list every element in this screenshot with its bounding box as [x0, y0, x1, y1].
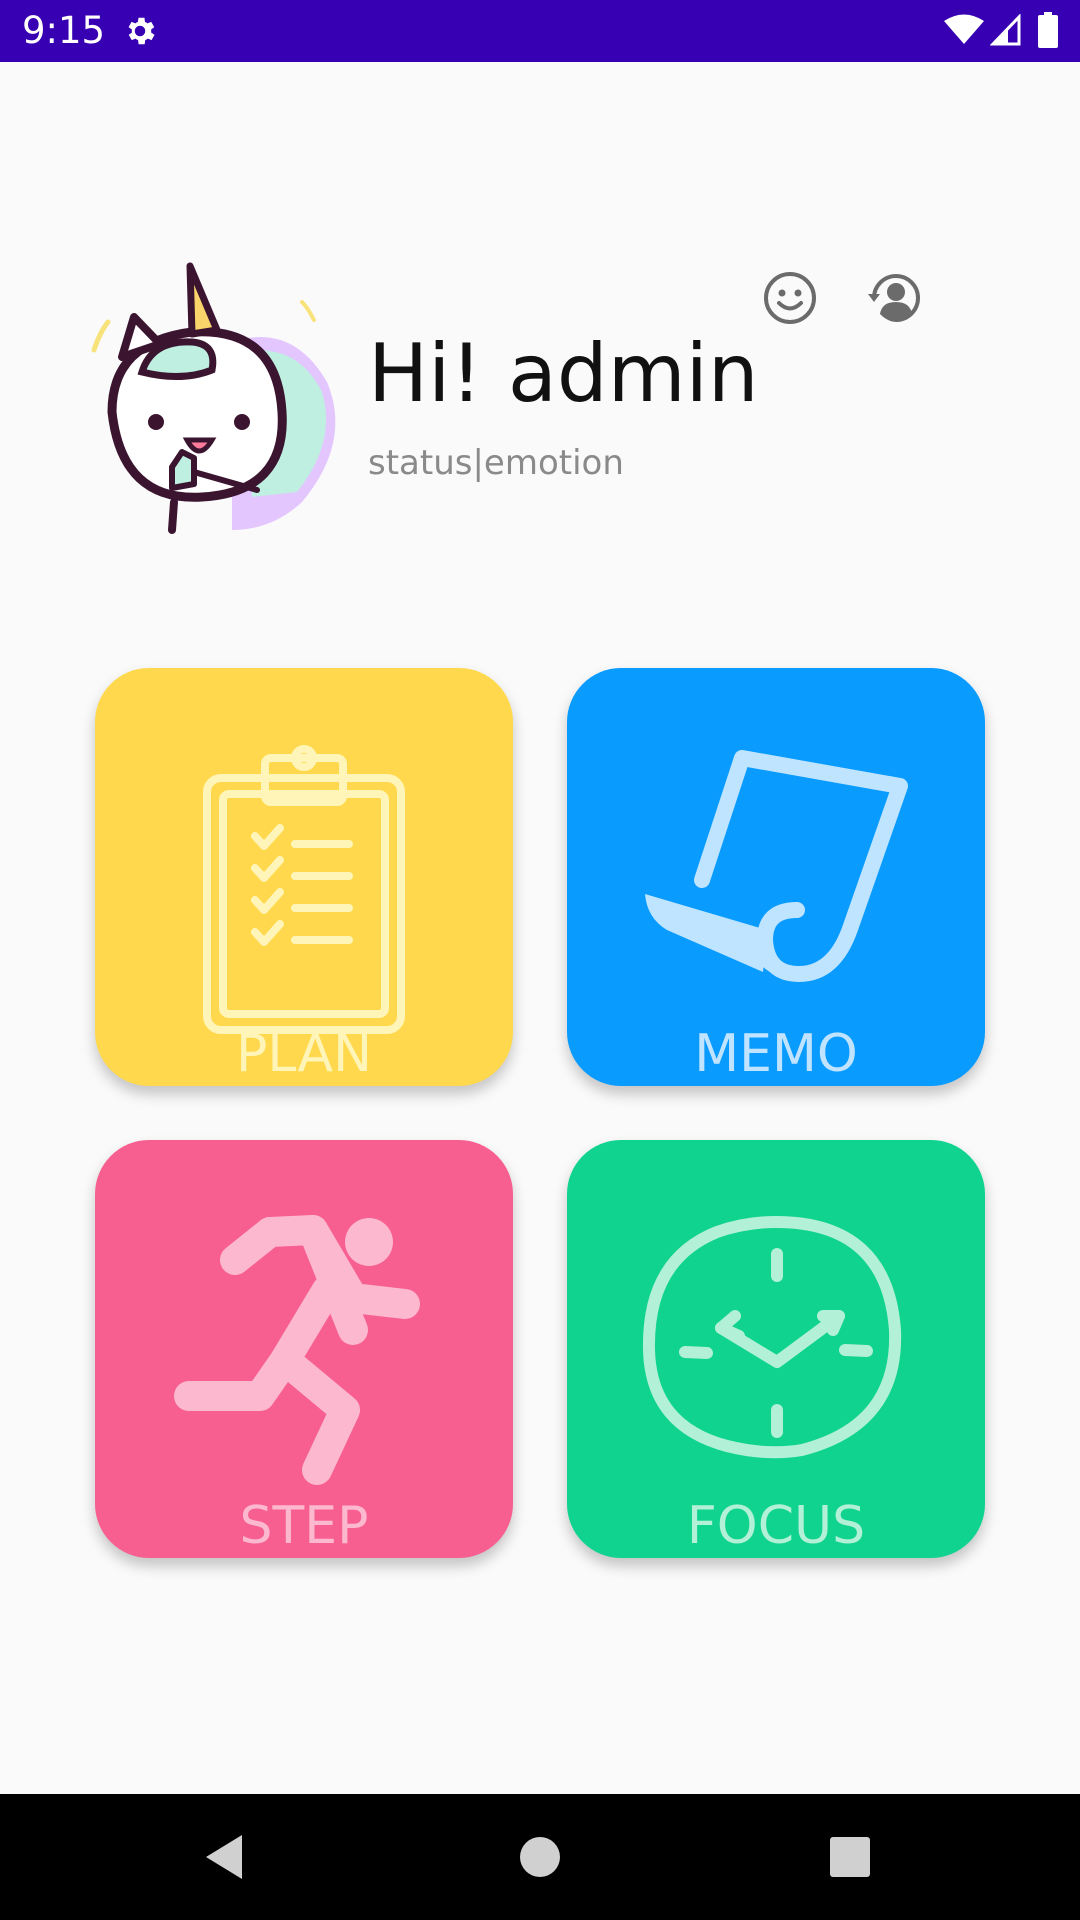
status-bar: 9:15	[0, 0, 1080, 62]
home-icon[interactable]	[510, 1827, 570, 1887]
plan-tile[interactable]: PLAN	[95, 668, 513, 1086]
account-switch-icon[interactable]	[866, 268, 926, 328]
focus-tile[interactable]: FOCUS	[567, 1140, 985, 1558]
plan-label: PLAN	[236, 1024, 372, 1084]
status-time: 9:15	[22, 9, 106, 52]
unicorn-avatar	[91, 262, 336, 534]
step-label: STEP	[239, 1496, 369, 1556]
smiley-face-icon[interactable]	[760, 268, 820, 328]
signal-icon	[990, 14, 1021, 46]
memo-tile[interactable]: MEMO	[567, 668, 985, 1086]
gear-icon	[128, 17, 155, 45]
greeting-title: Hi! admin	[368, 327, 759, 420]
navigation-bar	[0, 1794, 1080, 1920]
battery-icon	[1038, 12, 1058, 48]
memo-label: MEMO	[694, 1024, 858, 1084]
back-icon[interactable]	[196, 1827, 256, 1887]
step-tile[interactable]: STEP	[95, 1140, 513, 1558]
wifi-icon	[944, 14, 984, 44]
focus-label: FOCUS	[686, 1496, 866, 1556]
status-subtitle[interactable]: status|emotion	[368, 440, 624, 486]
recent-apps-icon[interactable]	[820, 1827, 880, 1887]
